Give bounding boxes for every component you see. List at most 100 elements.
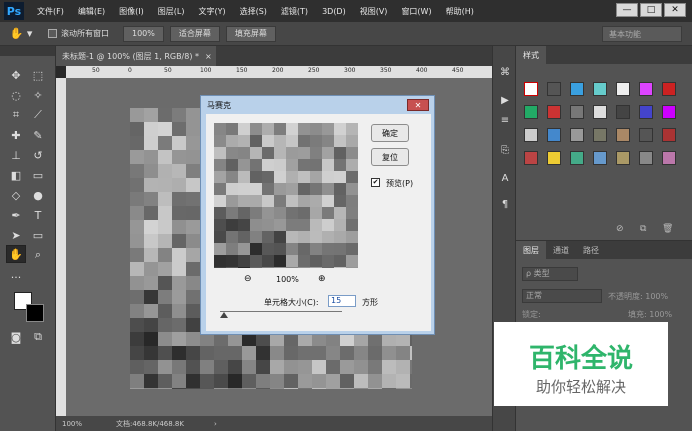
style-preset-swatch[interactable]	[524, 82, 538, 96]
style-preset-swatch[interactable]	[524, 128, 538, 142]
style-preset-swatch[interactable]	[547, 151, 561, 165]
style-preset-swatch[interactable]	[639, 128, 653, 142]
panel-grip[interactable]	[0, 46, 55, 56]
marquee-tool-icon[interactable]: ⬚	[28, 66, 48, 84]
menu-3d[interactable]: 3D(D)	[315, 7, 353, 16]
style-preset-swatch[interactable]	[616, 151, 630, 165]
clear-style-icon[interactable]: ⊘	[616, 224, 624, 234]
clone-source-icon[interactable]: ⎘	[497, 142, 513, 158]
menu-type[interactable]: 文字(Y)	[191, 6, 232, 17]
style-preset-swatch[interactable]	[639, 151, 653, 165]
menu-image[interactable]: 图像(I)	[112, 6, 151, 17]
dodge-tool-icon[interactable]: ●	[28, 186, 48, 204]
style-preset-swatch[interactable]	[639, 82, 653, 96]
move-tool-icon[interactable]: ✥	[6, 66, 26, 84]
tab-layers[interactable]: 图层	[516, 241, 546, 259]
style-preset-swatch[interactable]	[593, 105, 607, 119]
brush-tool-icon[interactable]: ✎	[28, 126, 48, 144]
style-preset-swatch[interactable]	[547, 82, 561, 96]
minimize-button[interactable]: —	[616, 3, 638, 17]
magic-wand-icon[interactable]: ✧	[28, 86, 48, 104]
path-select-icon[interactable]: ➤	[6, 226, 26, 244]
style-preset-swatch[interactable]	[639, 105, 653, 119]
style-preset-swatch[interactable]	[547, 105, 561, 119]
style-preset-swatch[interactable]	[524, 151, 538, 165]
more-tools-icon[interactable]: ···	[6, 268, 26, 286]
crop-tool-icon[interactable]: ⌗	[6, 106, 26, 124]
quick-mask-icon[interactable]: ◙	[6, 328, 26, 346]
character-panel-icon[interactable]: A	[497, 170, 513, 186]
preview-checkbox[interactable]: ✔	[371, 178, 380, 187]
actions-panel-icon[interactable]: ▶	[497, 92, 513, 108]
cell-size-slider-thumb[interactable]	[220, 312, 228, 318]
cell-size-input[interactable]: 15	[328, 295, 356, 307]
type-tool-icon[interactable]: T	[28, 206, 48, 224]
style-preset-swatch[interactable]	[524, 105, 538, 119]
style-preset-swatch[interactable]	[570, 151, 584, 165]
paragraph-panel-icon[interactable]: ¶	[497, 196, 513, 212]
zoom-in-icon[interactable]: ⊕	[318, 274, 326, 284]
menu-layer[interactable]: 图层(L)	[151, 6, 192, 17]
style-preset-swatch[interactable]	[662, 105, 676, 119]
new-style-icon[interactable]: ⧉	[640, 224, 646, 234]
zoom-tool-icon[interactable]: ⌕	[28, 246, 48, 264]
style-preset-swatch[interactable]	[547, 128, 561, 142]
style-preset-swatch[interactable]	[593, 82, 607, 96]
screen-mode-icon[interactable]: ⧉	[28, 328, 48, 346]
lasso-tool-icon[interactable]: ◌	[6, 86, 26, 104]
history-panel-icon[interactable]: ⌘	[497, 64, 513, 80]
shape-tool-icon[interactable]: ▭	[28, 226, 48, 244]
style-preset-swatch[interactable]	[662, 151, 676, 165]
hand-tool-preset-icon[interactable]: ✋ ▾	[6, 25, 36, 43]
opacity-field[interactable]: 不透明度: 100%	[608, 291, 668, 302]
eraser-tool-icon[interactable]: ◧	[6, 166, 26, 184]
workspace-select[interactable]: 基本功能	[602, 26, 682, 42]
history-brush-icon[interactable]: ↺	[28, 146, 48, 164]
style-preset-swatch[interactable]	[593, 151, 607, 165]
style-preset-swatch[interactable]	[662, 82, 676, 96]
stamp-tool-icon[interactable]: ⊥	[6, 146, 26, 164]
tab-channels[interactable]: 通道	[546, 241, 576, 259]
layer-filter-select[interactable]: ρ 类型	[522, 267, 578, 281]
menu-edit[interactable]: 编辑(E)	[71, 6, 112, 17]
document-tab-close-icon[interactable]: ×	[205, 52, 212, 61]
hand-tool-icon[interactable]: ✋	[6, 245, 26, 263]
filter-preview[interactable]	[214, 123, 358, 268]
pen-tool-icon[interactable]: ✒	[6, 206, 26, 224]
style-preset-swatch[interactable]	[593, 128, 607, 142]
style-preset-swatch[interactable]	[662, 128, 676, 142]
ok-button[interactable]: 确定	[371, 124, 409, 142]
close-window-button[interactable]: ✕	[664, 3, 686, 17]
document-tab[interactable]: 未标题-1 @ 100% (图层 1, RGB/8) * ×	[56, 46, 216, 66]
menu-help[interactable]: 帮助(H)	[439, 6, 481, 17]
zoom-out-icon[interactable]: ⊖	[244, 274, 252, 284]
fit-screen-button[interactable]: 适合屏幕	[169, 25, 220, 42]
blur-tool-icon[interactable]: ◇	[6, 186, 26, 204]
trash-icon[interactable]: 🗑	[662, 224, 673, 234]
style-preset-swatch[interactable]	[570, 105, 584, 119]
status-arrow-icon[interactable]: ›	[214, 420, 217, 428]
background-color-swatch[interactable]	[26, 304, 44, 322]
menu-file[interactable]: 文件(F)	[30, 6, 71, 17]
tab-paths[interactable]: 路径	[576, 241, 606, 259]
style-preset-swatch[interactable]	[570, 128, 584, 142]
tab-styles[interactable]: 样式	[516, 46, 546, 64]
dialog-close-button[interactable]: ✕	[407, 99, 429, 111]
scroll-all-checkbox[interactable]	[48, 29, 57, 38]
blend-mode-select[interactable]: 正常	[522, 289, 602, 303]
zoom-100-button[interactable]: 100%	[123, 25, 164, 42]
cell-size-slider[interactable]	[220, 311, 342, 312]
menu-window[interactable]: 窗口(W)	[394, 6, 438, 17]
eyedropper-tool-icon[interactable]: ⟋	[28, 106, 48, 124]
menu-select[interactable]: 选择(S)	[233, 6, 274, 17]
menu-filter[interactable]: 滤镜(T)	[274, 6, 315, 17]
healing-brush-icon[interactable]: ✚	[6, 126, 26, 144]
gradient-tool-icon[interactable]: ▭	[28, 166, 48, 184]
status-zoom[interactable]: 100%	[62, 420, 102, 428]
reset-button[interactable]: 复位	[371, 148, 409, 166]
style-preset-swatch[interactable]	[616, 82, 630, 96]
menu-view[interactable]: 视图(V)	[353, 6, 395, 17]
style-preset-swatch[interactable]	[616, 105, 630, 119]
style-preset-swatch[interactable]	[570, 82, 584, 96]
fill-field[interactable]: 填充: 100%	[628, 309, 672, 320]
